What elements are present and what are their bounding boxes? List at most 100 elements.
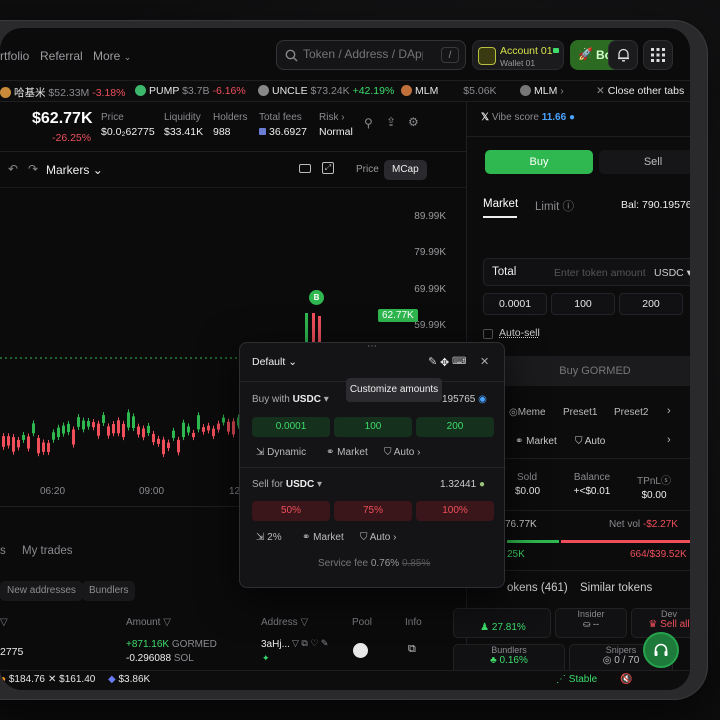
currency-selector[interactable]: USDC ▾ (654, 267, 690, 279)
sell-route-market[interactable]: ⚭ Market (302, 532, 344, 543)
settings-icon[interactable]: ⚙ (408, 115, 419, 129)
fullscreen-box-icon[interactable] (299, 164, 311, 173)
x-tick-label: 06:20 (40, 486, 66, 497)
ticker-item[interactable]: 哈基米 $52.33M -3.18% (0, 85, 126, 100)
drag-handle-icon[interactable]: ⋯ (367, 341, 377, 352)
row-address-tools[interactable]: ▽ ⧉ ♡ ✎ (292, 638, 328, 649)
buy-token-button[interactable]: Buy GORMED (483, 356, 690, 386)
quick-buy-amount[interactable]: 0.0001 (252, 417, 330, 437)
quick-sell-percent[interactable]: 75% (334, 501, 412, 521)
total-amount-field[interactable]: Total Enter token amount USDC ▾ (483, 258, 690, 286)
pool-logo-icon (353, 643, 368, 658)
nav-portfolio[interactable]: rtfolio (0, 49, 29, 63)
support-chat-button[interactable] (643, 632, 679, 668)
preset-amount-button[interactable]: 100 (551, 293, 615, 315)
markers-dropdown[interactable]: Markers ⌄ (46, 163, 103, 177)
tab-tokens[interactable]: okens (461) (507, 582, 568, 594)
tab-my-trades[interactable]: My trades (22, 545, 73, 557)
stat-label: Snipers (605, 645, 637, 655)
redo-icon[interactable]: ↷ (28, 162, 38, 176)
pin-icon[interactable]: ⚲ (364, 116, 373, 130)
preset-1[interactable]: Preset1 (563, 407, 597, 418)
quick-sell-percent[interactable]: 100% (416, 501, 494, 521)
preset-amount-button[interactable]: 0.0001 (483, 293, 547, 315)
preset-dropdown[interactable]: Default ⌄ (252, 356, 297, 368)
chevron-down-icon: ⌄ (92, 163, 103, 177)
sell-market-label: Market (313, 532, 344, 543)
divider (467, 136, 690, 137)
shield-icon: ⛉ (384, 447, 392, 458)
ticker-name: MLM (415, 85, 439, 97)
account-selector[interactable]: Account 01 Wallet 01 (472, 40, 564, 70)
y-tick-label: 89.99K (414, 211, 446, 222)
stat-value: Normal (319, 126, 353, 138)
sell-slippage[interactable]: ⇲ 2% (256, 532, 282, 543)
preset-meme[interactable]: ◎Meme (509, 407, 546, 418)
preset-2[interactable]: Preset2 (614, 407, 648, 418)
chevron-right-icon[interactable]: › (667, 434, 671, 446)
autosell-checkbox[interactable] (483, 329, 493, 339)
row-amount-sol: -0.296088 SOL (126, 653, 194, 664)
toggle-price[interactable]: Price (348, 160, 387, 180)
table-row[interactable]: 2775 +871.16K GORMED -0.296088 SOL 3aHj.… (0, 635, 466, 669)
row-address[interactable]: 3aHj... (261, 639, 290, 650)
mute-icon[interactable]: 🔇 (620, 674, 632, 685)
buy-tab-button[interactable]: Buy (485, 150, 593, 174)
preset-amount-button[interactable]: 200 (619, 293, 683, 315)
shield-icon: ⛉ (575, 436, 583, 447)
shield-icon: ⛉ (360, 532, 368, 543)
screenshot-icon[interactable]: ⤢ (322, 162, 334, 174)
search-box[interactable]: / (276, 40, 466, 70)
undo-icon[interactable]: ↶ (8, 162, 18, 176)
ticker-item[interactable]: MLM $5.06K (401, 85, 497, 97)
mode-market[interactable]: ⚭ Market (515, 436, 557, 447)
net-volume: Net vol -$2.27K (609, 519, 678, 530)
tab-similar-tokens[interactable]: Similar tokens (580, 582, 652, 594)
sell-tab-button[interactable]: Sell (599, 150, 690, 174)
nav-more[interactable]: More ⌄ (93, 49, 131, 63)
stat-risk[interactable]: Risk › Normal (319, 112, 353, 138)
external-link-icon[interactable]: ⧉ (408, 643, 416, 656)
headset-icon (654, 643, 668, 656)
move-icon[interactable]: ✥ (440, 356, 449, 369)
filter-bundlers[interactable]: Bundlers (82, 581, 136, 601)
mev-auto[interactable]: ⛉ Auto › (384, 447, 420, 458)
notification-bell-button[interactable] (608, 40, 638, 70)
slippage-dynamic[interactable]: ⇲ Dynamic (256, 447, 306, 458)
last-price-label: 62.77K (378, 309, 418, 322)
quick-buy-amount[interactable]: 100 (334, 417, 412, 437)
close-icon[interactable]: ✕ (480, 355, 489, 368)
keyboard-icon[interactable]: ⌨ (452, 356, 466, 367)
order-type-market[interactable]: Market (483, 198, 518, 210)
sell-for-currency[interactable]: Sell for USDC ▾ (252, 479, 322, 490)
route-market[interactable]: ⚭ Market (326, 447, 368, 458)
bell-icon (617, 48, 629, 62)
stat-value: 36.6927 (259, 126, 307, 138)
buy-marker[interactable]: B (309, 290, 324, 305)
edit-icon[interactable]: ✎ (428, 355, 437, 368)
filter-new-addresses[interactable]: New addresses (0, 581, 83, 601)
col-address[interactable]: Address ▽ (261, 617, 308, 628)
search-input[interactable] (303, 47, 423, 61)
nav-referral[interactable]: Referral (40, 49, 83, 63)
order-type-limit[interactable]: Limit ⓘ (535, 198, 574, 214)
share-icon[interactable]: ⇪ (386, 115, 396, 129)
quick-sell-percent[interactable]: 50% (252, 501, 330, 521)
close-other-tabs[interactable]: ✕ Close other tabs (596, 85, 684, 97)
vibe-score[interactable]: 𝕏 Vibe score 11.66 ● (481, 112, 575, 123)
ticker-item[interactable]: PUMP $3.7B -6.16% (135, 85, 246, 97)
chevron-right-icon[interactable]: › (667, 405, 671, 417)
col-amount[interactable]: Amount ▽ (126, 617, 171, 628)
filter-icon[interactable]: ▽ (0, 617, 8, 628)
buy-with-currency[interactable]: Buy with USDC ▾ (252, 394, 329, 405)
toggle-mcap[interactable]: MCap (384, 160, 427, 180)
mode-auto[interactable]: ⛉ Auto (575, 436, 605, 447)
tab-activity[interactable]: s (0, 545, 6, 557)
ticker-item[interactable]: UNCLE $73.24K +42.19% (258, 85, 394, 97)
apps-grid-button[interactable] (643, 40, 673, 70)
connection-status[interactable]: ⋰ Stable (556, 674, 597, 685)
quick-buy-amount[interactable]: 200 (416, 417, 494, 437)
ticker-item[interactable]: MLM › (520, 85, 564, 97)
sell-mev-auto[interactable]: ⛉ Auto › (360, 532, 396, 543)
chevron-right-icon[interactable]: › (560, 85, 564, 97)
